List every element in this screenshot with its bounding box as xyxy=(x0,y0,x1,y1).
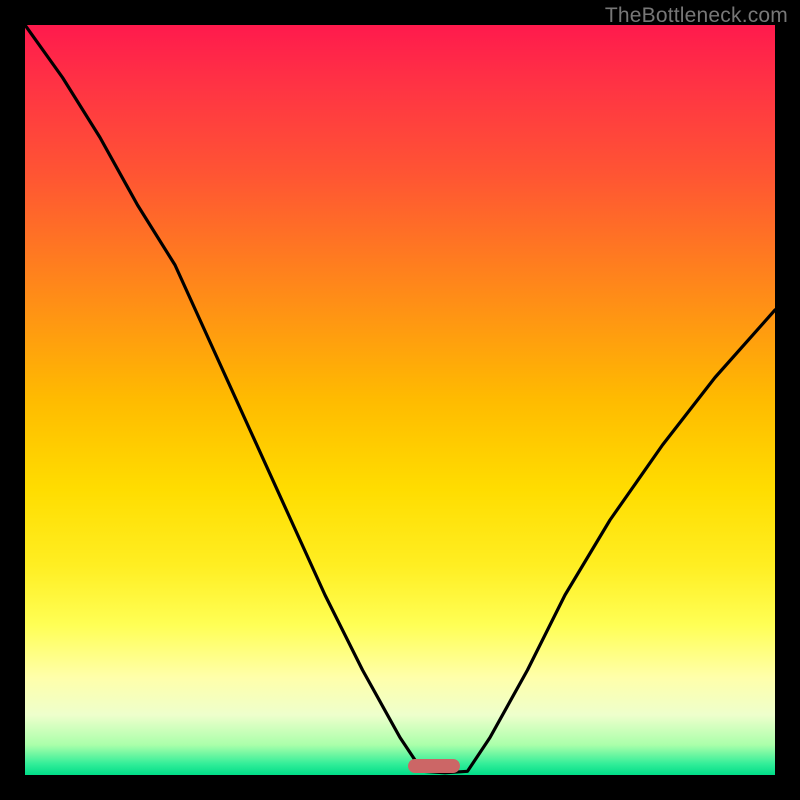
watermark-text: TheBottleneck.com xyxy=(605,4,788,28)
optimal-marker xyxy=(408,759,461,773)
plot-area xyxy=(25,25,775,775)
chart-frame: TheBottleneck.com xyxy=(0,0,800,800)
bottleneck-curve xyxy=(25,25,775,775)
